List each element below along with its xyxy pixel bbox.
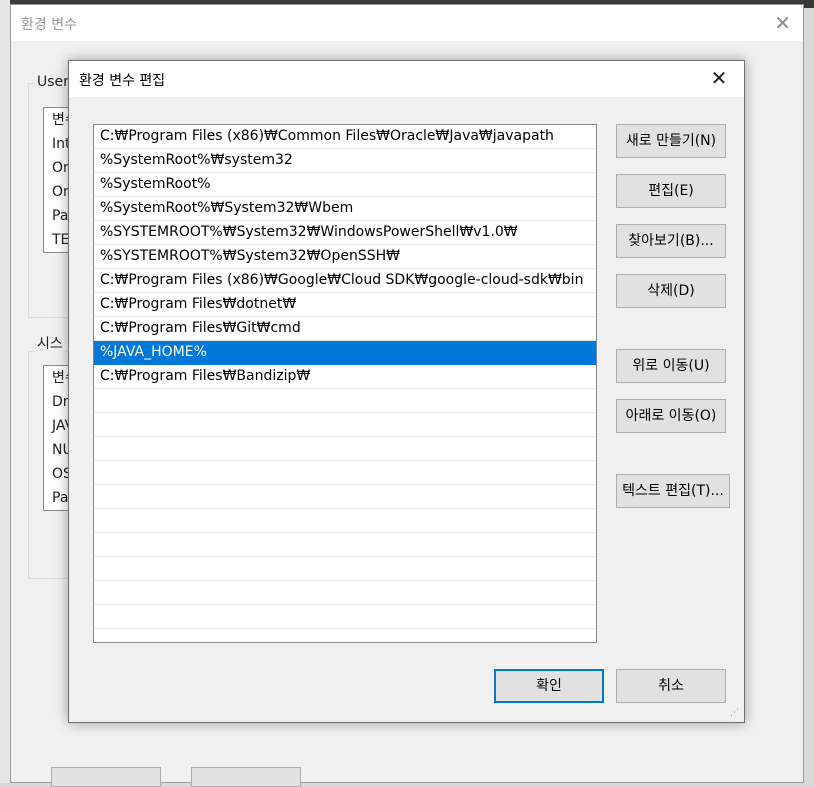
path-list-item[interactable]: %SystemRoot%: [94, 173, 596, 197]
path-list-item[interactable]: %SYSTEMROOT%₩System32₩OpenSSH₩: [94, 245, 596, 269]
path-list-item[interactable]: %SystemRoot%₩System32₩Wbem: [94, 197, 596, 221]
edit-environment-variable-dialog: 환경 변수 편집 ✕ C:₩Program Files (x86)₩Common…: [68, 60, 745, 723]
path-list-empty-row[interactable]: [94, 533, 596, 557]
parent-cancel-button[interactable]: [191, 767, 301, 787]
background-edge: [0, 0, 10, 783]
path-list-empty-row[interactable]: [94, 437, 596, 461]
resize-grip-icon[interactable]: ⋰: [730, 708, 742, 720]
user-variables-label: User: [35, 74, 71, 90]
path-list-empty-row[interactable]: [94, 581, 596, 605]
path-list-empty-row[interactable]: [94, 557, 596, 581]
parent-close-icon[interactable]: ✕: [774, 11, 791, 35]
cancel-button[interactable]: 취소: [616, 669, 726, 703]
parent-ok-button[interactable]: [51, 767, 161, 787]
path-list-empty-row[interactable]: [94, 509, 596, 533]
move-up-button[interactable]: 위로 이동(U): [616, 349, 726, 383]
path-list[interactable]: C:₩Program Files (x86)₩Common Files₩Orac…: [93, 124, 597, 643]
edit-text-button[interactable]: 텍스트 편집(T)...: [616, 474, 730, 508]
path-list-empty-row[interactable]: [94, 413, 596, 437]
parent-titlebar: 환경 변수 ✕: [11, 5, 803, 41]
move-down-button[interactable]: 아래로 이동(O): [616, 399, 726, 433]
path-list-empty-row[interactable]: [94, 389, 596, 413]
path-list-item[interactable]: C:₩Program Files₩Git₩cmd: [94, 317, 596, 341]
ok-button[interactable]: 확인: [494, 669, 604, 703]
path-list-empty-row[interactable]: [94, 605, 596, 629]
parent-title: 환경 변수: [21, 17, 77, 33]
browse-button[interactable]: 찾아보기(B)...: [616, 224, 726, 258]
path-list-empty-row[interactable]: [94, 485, 596, 509]
path-list-item[interactable]: %SystemRoot%₩system32: [94, 149, 596, 173]
close-icon[interactable]: ✕: [704, 63, 734, 93]
path-list-empty-row[interactable]: [94, 461, 596, 485]
edit-button[interactable]: 편집(E): [616, 174, 726, 208]
new-button[interactable]: 새로 만들기(N): [616, 124, 726, 158]
path-list-item[interactable]: %SYSTEMROOT%₩System32₩WindowsPowerShell₩…: [94, 221, 596, 245]
path-list-item[interactable]: C:₩Program Files₩Bandizip₩: [94, 365, 596, 389]
path-list-item[interactable]: C:₩Program Files (x86)₩Common Files₩Orac…: [94, 125, 596, 149]
dialog-title: 환경 변수 편집: [79, 73, 166, 89]
delete-button[interactable]: 삭제(D): [616, 274, 726, 308]
path-list-item[interactable]: C:₩Program Files₩dotnet₩: [94, 293, 596, 317]
dialog-titlebar: 환경 변수 편집 ✕: [69, 61, 744, 97]
path-list-item[interactable]: %JAVA_HOME%: [94, 341, 596, 365]
path-list-item[interactable]: C:₩Program Files (x86)₩Google₩Cloud SDK₩…: [94, 269, 596, 293]
system-variables-label: 시스: [35, 333, 65, 353]
